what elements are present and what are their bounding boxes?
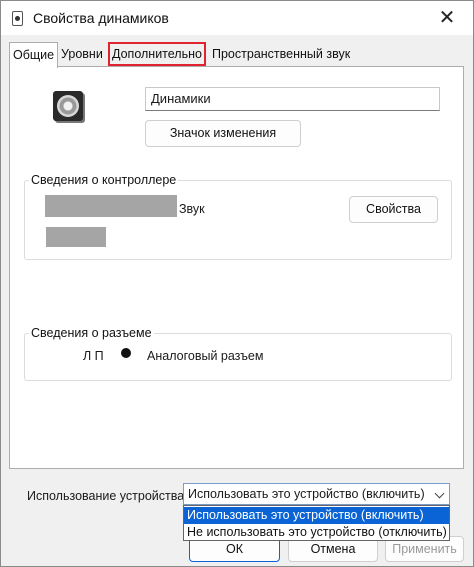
device-usage-selected-value: Использовать это устройство (включить) xyxy=(188,487,425,501)
device-usage-select[interactable]: Использовать это устройство (включить) xyxy=(183,483,450,505)
jack-info-legend: Сведения о разъеме xyxy=(31,326,152,340)
redacted-controller-name xyxy=(45,195,177,217)
chevron-down-icon xyxy=(434,488,445,499)
window-title: Свойства динамиков xyxy=(33,10,169,26)
jack-type-label: Аналоговый разъем xyxy=(147,349,264,363)
tab-levels[interactable]: Уровни xyxy=(58,43,106,65)
device-name-input[interactable]: Динамики xyxy=(145,87,440,111)
change-icon-button[interactable]: Значок изменения xyxy=(145,120,301,147)
jack-dot-icon xyxy=(121,348,131,358)
dialog-window: Свойства динамиков ✕ Общие Уровни Дополн… xyxy=(0,0,474,567)
jack-channels-label: Л П xyxy=(83,349,104,363)
speaker-icon xyxy=(12,11,23,26)
title-bar: Свойства динамиков ✕ xyxy=(1,1,473,35)
tab-spatial-sound[interactable]: Пространственный звук xyxy=(209,43,353,65)
tab-general[interactable]: Общие xyxy=(9,42,59,68)
tab-advanced[interactable]: Дополнительно xyxy=(108,42,206,66)
device-usage-dropdown: Использовать это устройство (включить) Н… xyxy=(183,505,450,541)
properties-button[interactable]: Свойства xyxy=(349,196,438,223)
controller-sound-label: Звук xyxy=(179,202,205,216)
speaker-device-icon xyxy=(53,91,83,121)
device-usage-label: Использование устройства: xyxy=(27,489,188,503)
redacted-controller-detail xyxy=(46,227,106,247)
usage-option-enable[interactable]: Использовать это устройство (включить) xyxy=(184,507,449,524)
close-button[interactable]: ✕ xyxy=(433,5,461,31)
usage-option-disable[interactable]: Не использовать это устройство (отключит… xyxy=(184,524,449,541)
controller-info-legend: Сведения о контроллере xyxy=(31,173,177,187)
